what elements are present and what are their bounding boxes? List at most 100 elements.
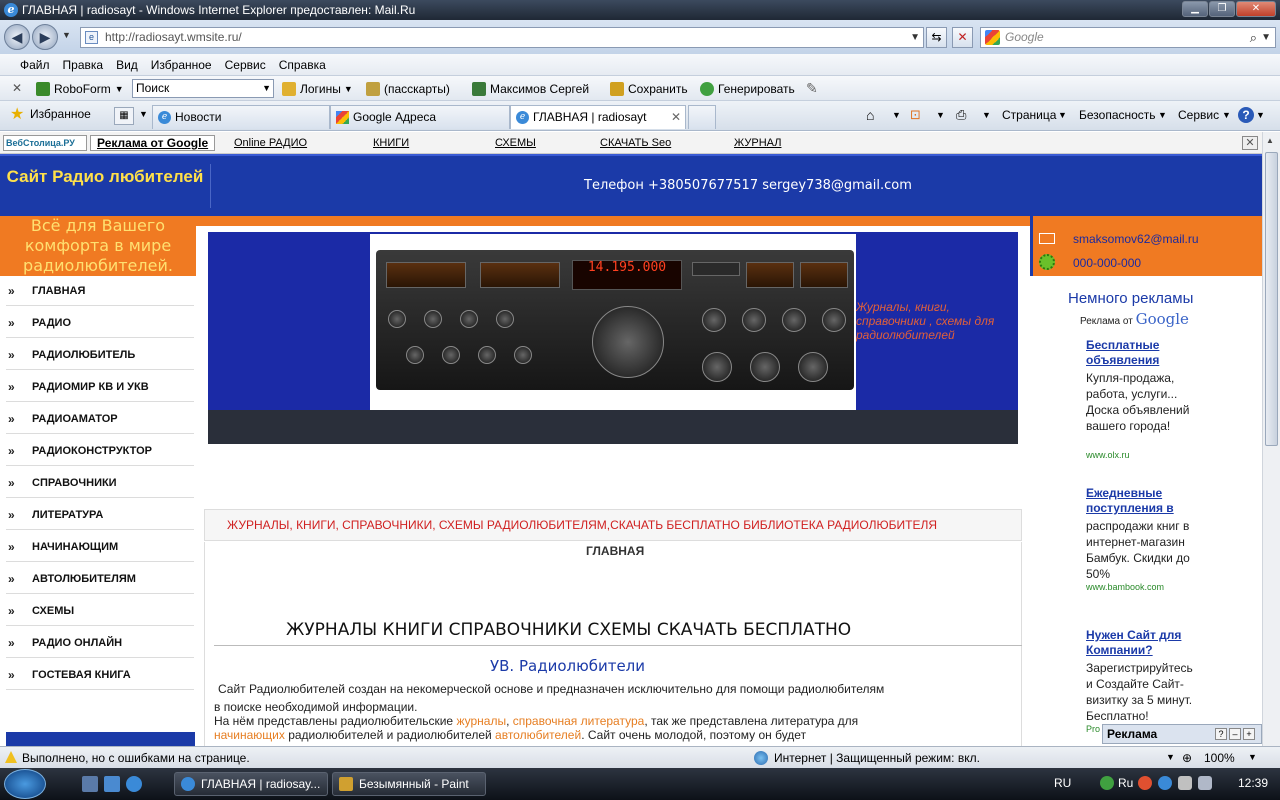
chevron-down-icon[interactable]: ▼ (262, 80, 271, 97)
nav-download-seo[interactable]: СКАЧАТЬ Seo (600, 137, 671, 149)
switch-windows-icon[interactable] (104, 776, 120, 792)
start-button[interactable] (4, 769, 46, 799)
chevron-down-icon[interactable]: ▼ (1166, 752, 1175, 762)
sidebar-item-reference[interactable]: » СПРАВОЧНИКИ (6, 468, 194, 498)
chevron-down-icon[interactable]: ▼ (1256, 107, 1265, 123)
sidebar-item-radiomir[interactable]: » РАДИОМИР КВ И УКВ (6, 372, 194, 402)
favorites-button[interactable]: Избранное (30, 107, 91, 121)
tab-news[interactable]: e Новости (152, 105, 330, 129)
keyboard-layout[interactable]: Ru (1118, 776, 1133, 790)
sidebar-item-motorists[interactable]: » АВТОЛЮБИТЕЛЯМ (6, 564, 194, 594)
address-input[interactable]: e http://radiosayt.wmsite.ru/ ▼ (80, 27, 924, 48)
webstolica-logo[interactable]: ВебСтолица.РУ (3, 135, 87, 151)
sidebar-item-radiokonstruktor[interactable]: » РАДИОКОНСТРУКТОР (6, 436, 194, 466)
status-text[interactable]: Выполнено, но с ошибками на странице. (22, 751, 250, 765)
search-dropdown-icon[interactable]: ▼ (1261, 28, 1271, 47)
menu-tools[interactable]: Сервис (225, 58, 266, 72)
minimize-icon[interactable]: – (1229, 728, 1241, 740)
tab-list-dropdown-icon[interactable]: ▼ (139, 109, 148, 119)
close-icon[interactable]: ✕ (1242, 136, 1258, 150)
sidebar-item-literature[interactable]: » ЛИТЕРАТУРА (6, 500, 194, 530)
link-motorists[interactable]: автолюбителей (495, 728, 581, 742)
print-icon[interactable]: ⎙ (956, 107, 966, 123)
close-tab-icon[interactable]: ✕ (671, 106, 681, 128)
chevron-down-icon[interactable]: ▼ (1248, 752, 1257, 762)
refresh-button[interactable]: ⇆ (926, 27, 947, 48)
help-icon[interactable]: ? (1238, 107, 1254, 123)
roboform-button[interactable]: RoboForm ▼ (36, 80, 124, 97)
feeds-icon[interactable]: ⊡ (910, 107, 921, 123)
tray-icon[interactable] (1138, 776, 1152, 790)
ad-3-title[interactable]: Нужен Сайт для Компании? (1086, 628, 1202, 658)
search-input[interactable]: Google ⌕ ▼ (980, 27, 1276, 48)
nav-online-radio[interactable]: Online РАДИО (234, 137, 307, 149)
chevron-down-icon[interactable]: ▼ (892, 107, 901, 123)
sidebar-item-radioamator[interactable]: » РАДИОАМАТОР (6, 404, 194, 434)
contact-email[interactable]: smaksomov62@mail.ru (1073, 232, 1199, 246)
favorites-star-icon[interactable]: ★ (10, 107, 24, 123)
nav-books[interactable]: КНИГИ (373, 137, 409, 149)
back-button[interactable]: ◀ (4, 24, 30, 50)
address-dropdown-icon[interactable]: ▼ (910, 28, 920, 47)
new-tab-button[interactable] (688, 105, 716, 129)
sidebar-item-radiolyubitel[interactable]: » РАДИОЛЮБИТЕЛЬ (6, 340, 194, 370)
menu-help[interactable]: Справка (279, 58, 326, 72)
generate-button[interactable]: Генерировать (700, 80, 795, 97)
maximize-button[interactable]: ❐ (1209, 1, 1235, 17)
ads-by-google[interactable]: Реклама от Google (1080, 310, 1189, 328)
taskbar-item-paint[interactable]: Безымянный - Paint (332, 772, 486, 796)
menu-edit[interactable]: Правка (63, 58, 104, 72)
sidebar-item-radio[interactable]: » РАДИО (6, 308, 194, 338)
logins-button[interactable]: Логины ▼ (282, 80, 353, 97)
forward-button[interactable]: ▶ (32, 24, 58, 50)
network-icon[interactable] (1178, 776, 1192, 790)
vertical-scrollbar[interactable]: ▲ (1262, 132, 1280, 746)
ad-1-title[interactable]: Бесплатные объявления (1086, 338, 1202, 368)
expand-icon[interactable]: + (1243, 728, 1255, 740)
menu-file[interactable]: Файл (20, 58, 50, 72)
zoom-level[interactable]: 100% (1204, 751, 1235, 765)
ad-3-url[interactable]: Pro (1086, 724, 1100, 734)
ie-quicklaunch-icon[interactable] (126, 776, 142, 792)
taskbar-item-ie[interactable]: ГЛАВНАЯ | radiosay... (174, 772, 328, 796)
close-toolbar-icon[interactable]: ✕ (12, 81, 22, 95)
help-icon[interactable]: ? (1215, 728, 1227, 740)
safety-menu[interactable]: Безопасность (1079, 107, 1156, 123)
link-reference-literature[interactable]: справочная литература (513, 714, 645, 728)
menu-favorites[interactable]: Избранное (151, 58, 212, 72)
clock[interactable]: 12:39 (1238, 776, 1268, 790)
warning-icon[interactable] (5, 751, 17, 763)
page-menu[interactable]: Страница (1002, 107, 1056, 123)
tray-icon[interactable] (1100, 776, 1114, 790)
nav-journal[interactable]: ЖУРНАЛ (734, 137, 781, 149)
show-desktop-icon[interactable] (82, 776, 98, 792)
save-button[interactable]: Сохранить (610, 80, 688, 97)
tray-icon[interactable] (1158, 776, 1172, 790)
ad-1-url[interactable]: www.olx.ru (1086, 450, 1130, 460)
roboform-search-input[interactable]: Поиск ▼ (132, 79, 274, 98)
home-icon[interactable]: ⌂ (866, 107, 874, 123)
sidebar-item-main[interactable]: » ГЛАВНАЯ (6, 276, 194, 306)
identity-button[interactable]: Максимов Сергей (472, 80, 589, 97)
history-dropdown-icon[interactable]: ▼ (62, 30, 71, 40)
scroll-up-icon[interactable]: ▲ (1266, 136, 1274, 145)
tab-main-radiosayt[interactable]: e ГЛАВНАЯ | radiosayt ✕ (510, 105, 686, 129)
ads-widget-bar[interactable]: Реклама ? – + (1102, 724, 1262, 744)
language-indicator[interactable]: RU (1054, 776, 1071, 790)
sidebar-item-radio-online[interactable]: » РАДИО ОНЛАЙН (6, 628, 194, 658)
google-ads-link[interactable]: Реклама от Google (90, 135, 216, 151)
search-icon[interactable]: ⌕ (1250, 28, 1257, 47)
close-button[interactable]: ✕ (1236, 1, 1276, 17)
sidebar-item-schemes[interactable]: » СХЕМЫ (6, 596, 194, 626)
scrollbar-thumb[interactable] (1265, 152, 1278, 446)
pen-icon[interactable]: ✎ (806, 80, 818, 97)
sidebar-item-beginners[interactable]: » НАЧИНАЮЩИМ (6, 532, 194, 562)
nav-schemes[interactable]: СХЕМЫ (495, 137, 536, 149)
chevron-down-icon[interactable]: ▼ (936, 107, 945, 123)
passcards-button[interactable]: (пасскарты) (366, 80, 450, 97)
quick-tabs-icon[interactable]: ▦ (114, 107, 134, 125)
volume-icon[interactable] (1198, 776, 1212, 790)
ad-2-title[interactable]: Ежедневные поступления в (1086, 486, 1202, 516)
stop-button[interactable]: ✕ (952, 27, 973, 48)
minimize-button[interactable]: ▁ (1182, 1, 1208, 17)
